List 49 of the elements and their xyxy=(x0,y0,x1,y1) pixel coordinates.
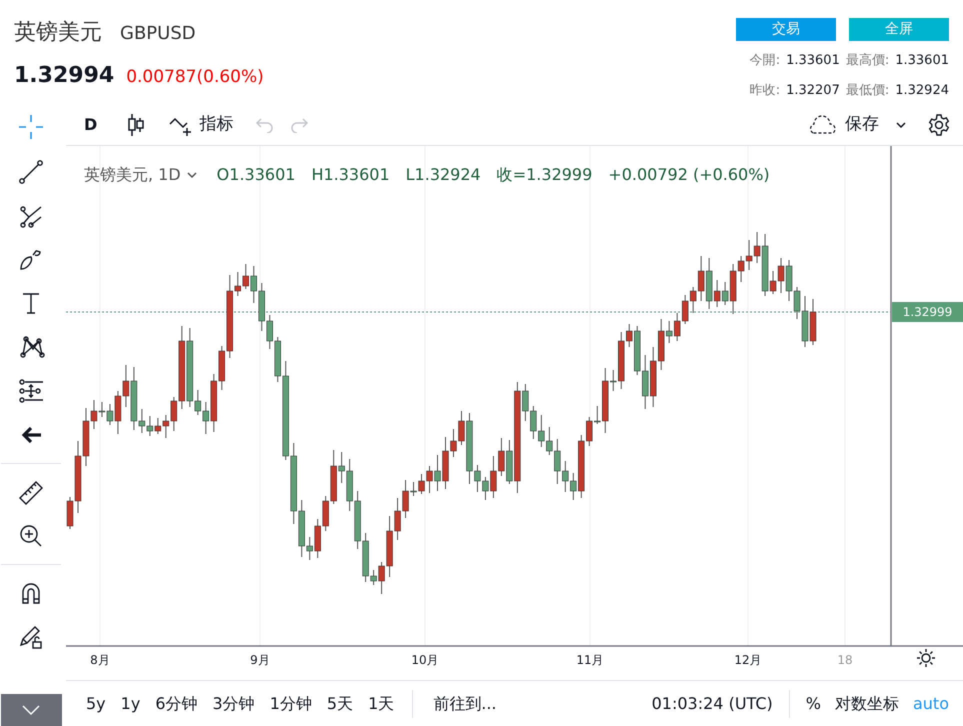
chevron-down-icon[interactable] xyxy=(895,121,907,129)
stat-value: 1.33601 xyxy=(786,52,840,70)
chevron-down-icon[interactable] xyxy=(186,172,197,178)
measure-lines-icon[interactable] xyxy=(17,377,45,405)
time-axis-label: 9月 xyxy=(250,652,270,669)
symbol-code: GBPUSD xyxy=(120,22,196,46)
range-button[interactable]: 5天 xyxy=(326,692,354,716)
stat-value: 1.32924 xyxy=(895,82,949,100)
stat-value: 1.33601 xyxy=(895,52,949,70)
time-axis-label: 18 xyxy=(837,652,853,669)
save-button[interactable]: 保存 xyxy=(807,112,879,138)
stat-label: 昨收: xyxy=(750,82,780,100)
stat-label: 最高價: xyxy=(846,52,890,70)
last-price: 1.32994 xyxy=(14,62,114,90)
crosshair-icon[interactable] xyxy=(17,113,45,141)
time-axis-label: 12月 xyxy=(734,652,762,669)
stat-label: 今開: xyxy=(750,52,780,70)
range-button[interactable]: 6分钟 xyxy=(155,692,198,716)
line-tool-icon[interactable] xyxy=(17,157,45,185)
price-label: 1.32999 xyxy=(892,302,963,322)
stat-value: 1.32207 xyxy=(786,82,840,100)
time-axis-label: 8月 xyxy=(90,652,110,669)
scale-option-button[interactable]: % xyxy=(806,692,821,716)
chart-title[interactable]: 英镑美元, 1D xyxy=(84,163,181,187)
candles-icon[interactable] xyxy=(127,113,146,137)
legend-value: 收=1.32999 xyxy=(496,164,592,186)
legend-value: H1.33601 xyxy=(311,164,390,186)
range-button[interactable]: 1y xyxy=(120,692,140,716)
stat-label: 最低價: xyxy=(846,82,890,100)
indicators-button[interactable]: 指标 xyxy=(169,112,234,138)
legend-value: O1.33601 xyxy=(216,164,296,186)
range-button[interactable]: 5y xyxy=(86,692,106,716)
chevron-down-icon xyxy=(21,704,41,716)
legend-value: +0.00792 (+0.60%) xyxy=(608,164,770,186)
time-axis-label: 11月 xyxy=(576,652,604,669)
range-button[interactable]: 1天 xyxy=(368,692,394,716)
price-change: 0.00787(0.60%) xyxy=(126,66,264,89)
range-button[interactable]: 1分钟 xyxy=(270,692,312,716)
hide-drawings-button[interactable] xyxy=(0,694,62,726)
interval-button[interactable]: D xyxy=(84,113,98,137)
time-axis-label: 10月 xyxy=(411,652,439,669)
range-button[interactable]: 3分钟 xyxy=(212,692,255,716)
settings-icon[interactable] xyxy=(927,113,951,137)
goto-date-button[interactable]: 前往到... xyxy=(433,692,497,716)
instrument-name: 英镑美元 xyxy=(14,19,102,47)
scale-option-button[interactable]: 对数坐标 xyxy=(834,692,899,716)
legend-value: L1.32924 xyxy=(406,164,481,186)
clock-text: 01:03:24 (UTC) xyxy=(652,692,773,714)
axis-settings-icon[interactable] xyxy=(916,648,936,668)
